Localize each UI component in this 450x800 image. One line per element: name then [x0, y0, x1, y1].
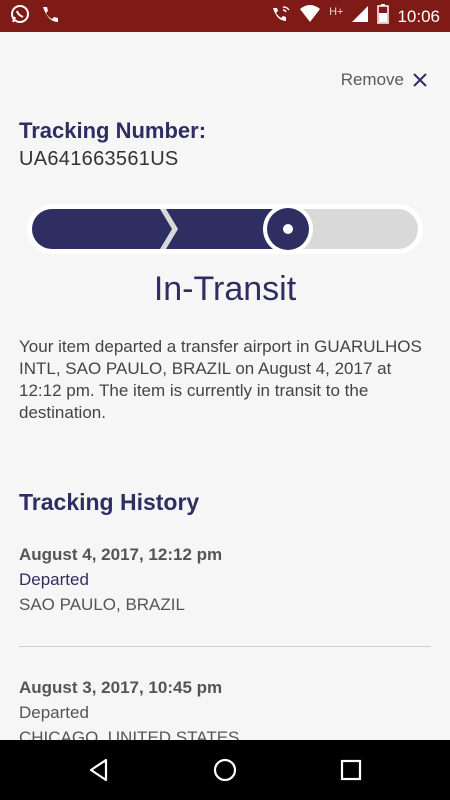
- status-title: In-Transit: [153, 270, 297, 308]
- progress-segment-1: [32, 209, 172, 249]
- tracking-number-value: UA641663561US: [19, 148, 179, 170]
- history-event: Departed: [19, 703, 89, 722]
- history-item: August 4, 2017, 12:12 pm Departed SAO PA…: [19, 545, 431, 615]
- progress-marker-dot: [283, 224, 293, 234]
- wifi-call-icon: [271, 5, 291, 28]
- history-location: SAO PAULO, BRAZIL: [19, 595, 185, 614]
- history-date: August 3, 2017, 10:45 pm: [19, 678, 223, 697]
- navigation-bar: [0, 740, 450, 800]
- whatsapp-icon: [10, 4, 30, 29]
- signal-icon: [351, 5, 369, 28]
- home-icon[interactable]: [212, 757, 238, 783]
- history-divider: [19, 646, 431, 647]
- clock: 10:06: [397, 6, 440, 26]
- tracking-detail-screen: Remove Tracking Number: UA641663561US In…: [0, 32, 450, 740]
- back-icon[interactable]: [86, 757, 112, 783]
- close-icon: [413, 73, 427, 87]
- network-type: H+: [329, 5, 344, 18]
- remove-button[interactable]: Remove: [341, 70, 428, 90]
- history-event: Departed: [19, 570, 89, 589]
- battery-icon: [377, 4, 390, 29]
- remove-label: Remove: [340, 70, 404, 89]
- tracking-number-label: Tracking Number:: [19, 118, 207, 143]
- wifi-icon: [299, 5, 321, 28]
- status-description: Your item departed a transfer airport in…: [19, 337, 422, 422]
- tracking-history-title: Tracking History: [19, 489, 200, 515]
- status-bar: H+ 10:06: [0, 0, 450, 32]
- history-item: August 3, 2017, 10:45 pm Departed CHICAG…: [19, 678, 431, 740]
- phone-icon: [40, 5, 58, 28]
- progress-bar: [27, 204, 423, 254]
- history-date: August 4, 2017, 12:12 pm: [19, 545, 223, 564]
- history-location: CHICAGO, UNITED STATES: [19, 728, 240, 740]
- recents-icon[interactable]: [338, 757, 364, 783]
